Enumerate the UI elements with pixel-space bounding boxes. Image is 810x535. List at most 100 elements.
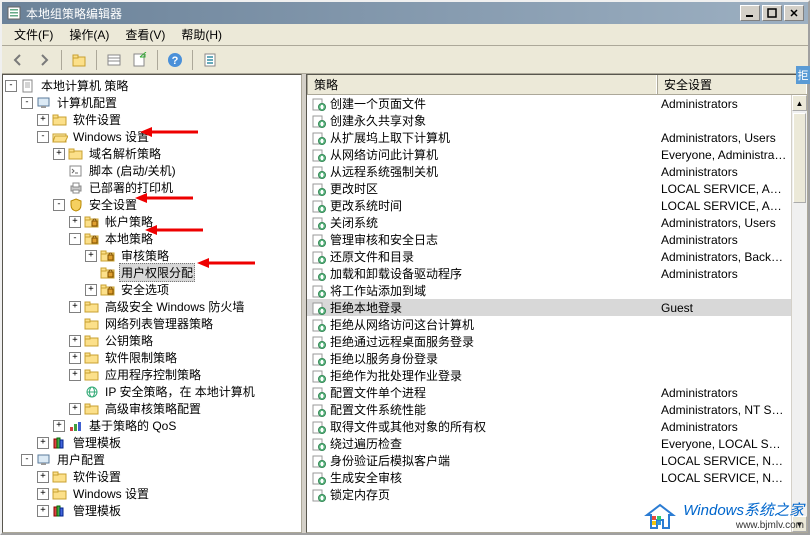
tree-node[interactable]: +高级安全 Windows 防火墙 <box>5 298 299 315</box>
tree-node[interactable]: + 基于策略的 QoS <box>5 417 299 434</box>
close-button[interactable] <box>784 5 804 21</box>
tree-node[interactable]: IP 安全策略，在 本地计算机 <box>5 383 299 400</box>
tree-node[interactable]: + 安全选项 <box>5 281 299 298</box>
scroll-down-button[interactable]: ▼ <box>792 516 807 532</box>
tree-node[interactable]: +高级审核策略配置 <box>5 400 299 417</box>
tree-node[interactable]: -安全设置 <box>5 196 299 213</box>
help-button[interactable]: ? <box>163 48 187 72</box>
policy-row[interactable]: 更改时区LOCAL SERVICE, Admini... <box>307 180 791 197</box>
tree-item-label[interactable]: 软件设置 <box>71 468 123 485</box>
policy-row[interactable]: 锁定内存页 <box>307 486 791 503</box>
collapse-toggle[interactable]: - <box>5 80 17 92</box>
tree-node[interactable]: + Windows 设置 <box>5 485 299 502</box>
tree-node[interactable]: 网络列表管理器策略 <box>5 315 299 332</box>
vertical-scrollbar[interactable]: ▲ ▼ <box>791 95 807 532</box>
policy-row[interactable]: 创建一个页面文件Administrators <box>307 95 791 112</box>
policy-row[interactable]: 配置文件单个进程Administrators <box>307 384 791 401</box>
policy-row[interactable]: 拒绝以服务身份登录 <box>307 350 791 367</box>
expand-toggle[interactable]: + <box>37 471 49 483</box>
tree-pane[interactable]: -本地计算机 策略-计算机配置+软件设置-Windows 设置+域名解析策略脚本… <box>2 74 302 533</box>
expand-toggle[interactable]: + <box>69 301 81 313</box>
tree-item-label[interactable]: 网络列表管理器策略 <box>103 315 215 332</box>
tree-item-label[interactable]: 管理模板 <box>71 434 123 451</box>
policy-row[interactable]: 生成安全审核LOCAL SERVICE, NETWOR... <box>307 469 791 486</box>
tree-item-label[interactable]: 用户权限分配 <box>119 263 195 282</box>
tree-item-label[interactable]: 本地策略 <box>103 230 155 247</box>
expand-toggle[interactable]: + <box>37 505 49 517</box>
policy-row[interactable]: 从网络访问此计算机Everyone, Administrat... <box>307 146 791 163</box>
back-button[interactable] <box>6 48 30 72</box>
expand-toggle[interactable]: + <box>69 352 81 364</box>
expand-toggle[interactable]: + <box>69 335 81 347</box>
policy-row[interactable]: 更改系统时间LOCAL SERVICE, Admini... <box>307 197 791 214</box>
tree-node[interactable]: +管理模板 <box>5 434 299 451</box>
tree-item-label[interactable]: 域名解析策略 <box>87 145 163 162</box>
expand-toggle[interactable]: + <box>85 284 97 296</box>
policy-row[interactable]: 拒绝通过远程桌面服务登录 <box>307 333 791 350</box>
tree-node[interactable]: + 公钥策略 <box>5 332 299 349</box>
tree-node[interactable]: -计算机配置 <box>5 94 299 111</box>
policy-row[interactable]: 从扩展坞上取下计算机Administrators, Users <box>307 129 791 146</box>
policy-row[interactable]: 身份验证后模拟客户端LOCAL SERVICE, NETWOR... <box>307 452 791 469</box>
collapse-toggle[interactable]: - <box>53 199 65 211</box>
expand-toggle[interactable]: + <box>69 369 81 381</box>
column-security[interactable]: 安全设置 <box>657 75 807 94</box>
tree-node[interactable]: + 管理模板 <box>5 502 299 519</box>
tree-node[interactable]: -用户配置 <box>5 451 299 468</box>
policy-row[interactable]: 关闭系统Administrators, Users <box>307 214 791 231</box>
tree-node[interactable]: 已部署的打印机 <box>5 179 299 196</box>
tree-node[interactable]: 用户权限分配 <box>5 264 299 281</box>
tree-node[interactable]: -Windows 设置 <box>5 128 299 145</box>
tree-item-label[interactable]: 帐户策略 <box>103 213 155 230</box>
collapse-toggle[interactable]: - <box>69 233 81 245</box>
tree-node[interactable]: 脚本 (启动/关机) <box>5 162 299 179</box>
refresh-button[interactable] <box>198 48 222 72</box>
tree-item-label[interactable]: 软件设置 <box>71 111 123 128</box>
collapse-toggle[interactable]: - <box>21 454 33 466</box>
tree-item-label[interactable]: 安全选项 <box>119 281 171 298</box>
tree-item-label[interactable]: 本地计算机 策略 <box>39 77 130 94</box>
export-button[interactable] <box>128 48 152 72</box>
tree-item-label[interactable]: 脚本 (启动/关机) <box>87 162 178 179</box>
menu-action[interactable]: 操作(A) <box>61 24 117 45</box>
policy-row[interactable]: 拒绝从网络访问这台计算机 <box>307 316 791 333</box>
expand-toggle[interactable]: + <box>53 148 65 160</box>
tree-item-label[interactable]: Windows 设置 <box>71 485 151 502</box>
policy-row[interactable]: 加载和卸载设备驱动程序Administrators <box>307 265 791 282</box>
scroll-thumb[interactable] <box>793 113 806 203</box>
tree-node[interactable]: + 域名解析策略 <box>5 145 299 162</box>
expand-toggle[interactable]: + <box>37 488 49 500</box>
column-policy[interactable]: 策略 <box>307 75 657 94</box>
tree-node[interactable]: - 本地策略 <box>5 230 299 247</box>
tree-item-label[interactable]: Windows 设置 <box>71 128 151 145</box>
tree-node[interactable]: + 软件限制策略 <box>5 349 299 366</box>
titlebar[interactable]: 本地组策略编辑器 <box>2 2 808 24</box>
tree-item-label[interactable]: 计算机配置 <box>55 94 119 111</box>
policy-row[interactable]: 配置文件系统性能Administrators, NT SE... <box>307 401 791 418</box>
expand-toggle[interactable]: + <box>69 216 81 228</box>
scroll-up-button[interactable]: ▲ <box>792 95 807 111</box>
tree-node[interactable]: +应用程序控制策略 <box>5 366 299 383</box>
policy-row[interactable]: 拒绝作为批处理作业登录 <box>307 367 791 384</box>
policy-row[interactable]: 从远程系统强制关机Administrators <box>307 163 791 180</box>
menu-help[interactable]: 帮助(H) <box>173 24 230 45</box>
list-body[interactable]: 创建一个页面文件Administrators创建永久共享对象从扩展坞上取下计算机… <box>307 95 791 532</box>
expand-toggle[interactable]: + <box>37 114 49 126</box>
expand-toggle[interactable]: + <box>53 420 65 432</box>
expand-toggle[interactable]: + <box>85 250 97 262</box>
maximize-button[interactable] <box>762 5 782 21</box>
tree-item-label[interactable]: 软件限制策略 <box>103 349 179 366</box>
tree-item-label[interactable]: 管理模板 <box>71 502 123 519</box>
menu-view[interactable]: 查看(V) <box>117 24 173 45</box>
tree-item-label[interactable]: 已部署的打印机 <box>87 179 175 196</box>
policy-row[interactable]: 还原文件和目录Administrators, Backu... <box>307 248 791 265</box>
tree-node[interactable]: + 软件设置 <box>5 468 299 485</box>
tree-item-label[interactable]: 公钥策略 <box>103 332 155 349</box>
tree-item-label[interactable]: IP 安全策略，在 本地计算机 <box>103 383 257 400</box>
tree-node[interactable]: - 本地计算机 策略 <box>5 77 299 94</box>
tree-node[interactable]: + 软件设置 <box>5 111 299 128</box>
tree-node[interactable]: +审核策略 <box>5 247 299 264</box>
tree-item-label[interactable]: 基于策略的 QoS <box>87 417 178 434</box>
view-button[interactable] <box>102 48 126 72</box>
tree-node[interactable]: + 帐户策略 <box>5 213 299 230</box>
